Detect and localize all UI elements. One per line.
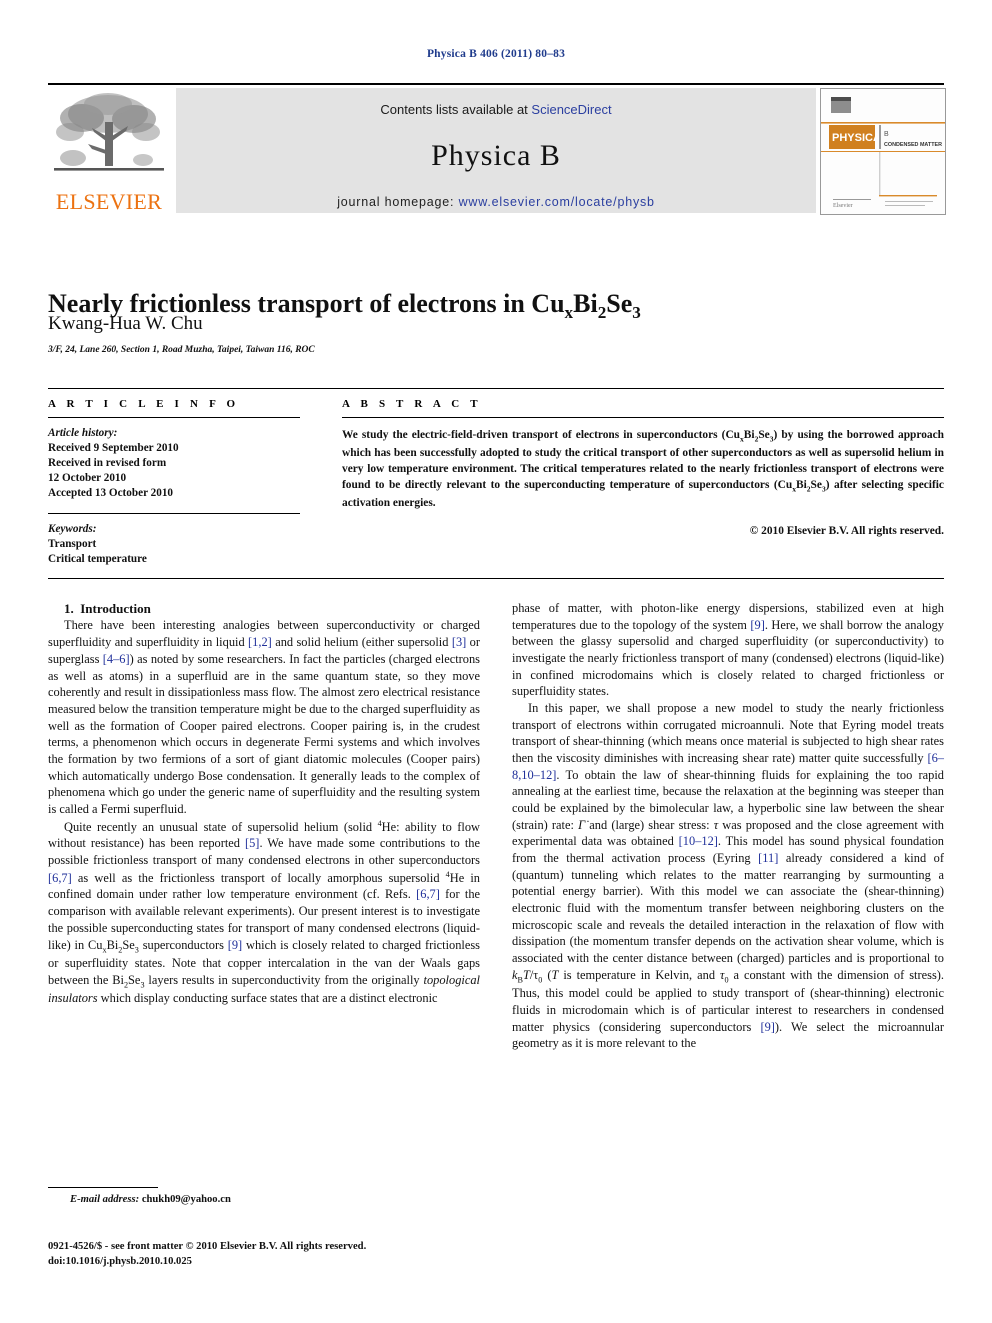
citation-3[interactable]: [3] (452, 635, 466, 649)
journal-homepage-line: journal homepage: www.elsevier.com/locat… (176, 195, 816, 209)
citation-9a[interactable]: [9] (228, 938, 242, 952)
homepage-label: journal homepage: (337, 195, 459, 209)
body-top-rule (48, 578, 944, 579)
doi-line[interactable]: doi:10.1016/j.physb.2010.10.025 (48, 1255, 518, 1270)
info-top-rule (48, 388, 944, 389)
homepage-url-link[interactable]: www.elsevier.com/locate/physb (459, 195, 655, 209)
abstract-bi-1: Bi (743, 429, 755, 441)
author-name: Kwang-Hua W. Chu (48, 313, 203, 334)
abstract-se-1: Se (758, 429, 770, 441)
contents-available-line: Contents lists available at ScienceDirec… (176, 102, 816, 117)
paragraph-left-2: Quite recently an unusual state of super… (48, 818, 480, 1007)
citation-9b[interactable]: [9] (750, 618, 764, 632)
citation-4-6[interactable]: [4–6] (103, 652, 130, 666)
elsevier-wordmark: ELSEVIER (55, 189, 163, 213)
citation-10-12[interactable]: [10–12] (679, 834, 718, 848)
sciencedirect-link[interactable]: ScienceDirect (531, 102, 611, 117)
abstract-bi-2: Bi (796, 479, 807, 492)
body-column-left: 1. Introduction There have been interest… (48, 600, 480, 1007)
imprint-block: 0921-4526/$ - see front matter © 2010 El… (48, 1240, 518, 1270)
contents-available-text: Contents lists available at (380, 102, 532, 117)
issn-front-matter-line: 0921-4526/$ - see front matter © 2010 El… (48, 1241, 367, 1252)
p2-text-d: as well as the frictionless transport of… (71, 870, 446, 885)
elsevier-logo: ELSEVIER (48, 88, 170, 213)
p2-text-i: superconductors (138, 937, 228, 952)
paragraph-right-2: In this paper, we shall propose a new mo… (512, 700, 944, 1052)
journal-cover-thumbnail: PHYSICA B CONDENSED MATTER Elsevier (820, 88, 946, 215)
elsevier-tree-icon (54, 93, 164, 171)
p2-text-g: Bi (106, 937, 119, 952)
abstract-text: We study the electric-field-driven trans… (342, 427, 944, 512)
paper-page: Physica B 406 (2011) 80–83 ELSEVIER Cont… (0, 0, 992, 1323)
keyword-item-transport: Transport (48, 538, 97, 551)
citation-11[interactable]: [11] (758, 851, 778, 865)
keyword-item-critical-temperature: Critical temperature (48, 553, 147, 566)
p2-text-k: Se (128, 972, 141, 987)
svg-text:B: B (884, 131, 889, 138)
svg-text:Elsevier: Elsevier (833, 203, 853, 209)
svg-text:PHYSICA: PHYSICA (832, 132, 881, 144)
section-title: Introduction (80, 601, 151, 616)
p2-text-m: which display conducting surface states … (97, 991, 438, 1006)
p1-text-d: ) as noted by some researchers. In fact … (48, 651, 480, 816)
history-item-received: Received 9 September 2010 (48, 441, 179, 454)
paragraph-left-1: There have been interesting analogies be… (48, 617, 480, 817)
section-number: 1. (64, 601, 74, 616)
citation-6-7a[interactable]: [6,7] (48, 871, 72, 885)
abstract-se-2: Se (810, 479, 822, 492)
r2-text-h: is temperature in Kelvin, and (558, 967, 720, 982)
svg-text:CONDENSED MATTER: CONDENSED MATTER (884, 142, 942, 148)
email-label: E-mail address: (70, 1194, 140, 1205)
abstract-column: A B S T R A C T We study the electric-fi… (342, 398, 944, 537)
history-item-revised-date: 12 October 2010 (48, 471, 127, 484)
article-history-block: Article history: Received 9 September 20… (48, 426, 300, 500)
r2-text-c: and (large) shear stress: (585, 817, 714, 832)
keywords-block: Keywords: Transport Critical temperature (48, 522, 300, 567)
author-affiliation: 3/F, 24, Lane 260, Section 1, Road Muzha… (48, 345, 315, 355)
r2-text-a: In this paper, we shall propose a new mo… (512, 701, 944, 766)
paragraph-right-1: phase of matter, with photon-like energy… (512, 600, 944, 700)
keywords-label: Keywords: (48, 523, 97, 536)
citation-1-2[interactable]: [1,2] (248, 635, 272, 649)
running-head: Physica B 406 (2011) 80–83 (426, 48, 566, 60)
footnote-email-line: E-mail address: chukh09@yahoo.cn (70, 1194, 490, 1205)
r2-text-f: already considered a kind of (quantum) t… (512, 851, 944, 966)
journal-title: Physica B (431, 139, 561, 172)
journal-banner: Contents lists available at ScienceDirec… (176, 88, 816, 213)
abstract-copyright: © 2010 Elsevier B.V. All rights reserved… (749, 524, 944, 537)
article-info-heading: A R T I C L E I N F O (48, 398, 240, 410)
abstract-rule (342, 417, 944, 418)
cover-artwork-icon: PHYSICA B CONDENSED MATTER Elsevier (821, 89, 945, 214)
abstract-part-1: We study the electric-field-driven trans… (342, 429, 741, 441)
formula-T: T (522, 967, 530, 982)
p2-text-a: Quite recently an unusual state of super… (64, 819, 378, 834)
citation-9c[interactable]: [9] (760, 1020, 774, 1034)
keywords-rule (48, 513, 300, 515)
abstract-heading: A B S T R A C T (342, 398, 482, 410)
journal-masthead: ELSEVIER Contents lists available at Sci… (48, 83, 946, 215)
body-column-right: phase of matter, with photon-like energy… (512, 600, 944, 1052)
section-heading-introduction: 1. Introduction (48, 600, 480, 617)
footnote-rule (48, 1187, 158, 1188)
email-address-link[interactable]: chukh09@yahoo.cn (142, 1194, 231, 1205)
history-item-accepted: Accepted 13 October 2010 (48, 486, 174, 499)
p2-text-h: Se (122, 937, 135, 952)
history-item-revised-label: Received in revised form (48, 456, 167, 469)
citation-6-7b[interactable]: [6,7] (416, 887, 440, 901)
p2-text-l: layers results in superconductivity from… (144, 972, 424, 987)
citation-5[interactable]: [5] (245, 836, 259, 850)
p1-text-b: and solid helium (either supersolid (271, 635, 452, 650)
article-info-rule (48, 417, 300, 418)
article-info-column: A R T I C L E I N F O Article history: R… (48, 398, 300, 567)
article-history-label: Article history: (48, 427, 118, 439)
